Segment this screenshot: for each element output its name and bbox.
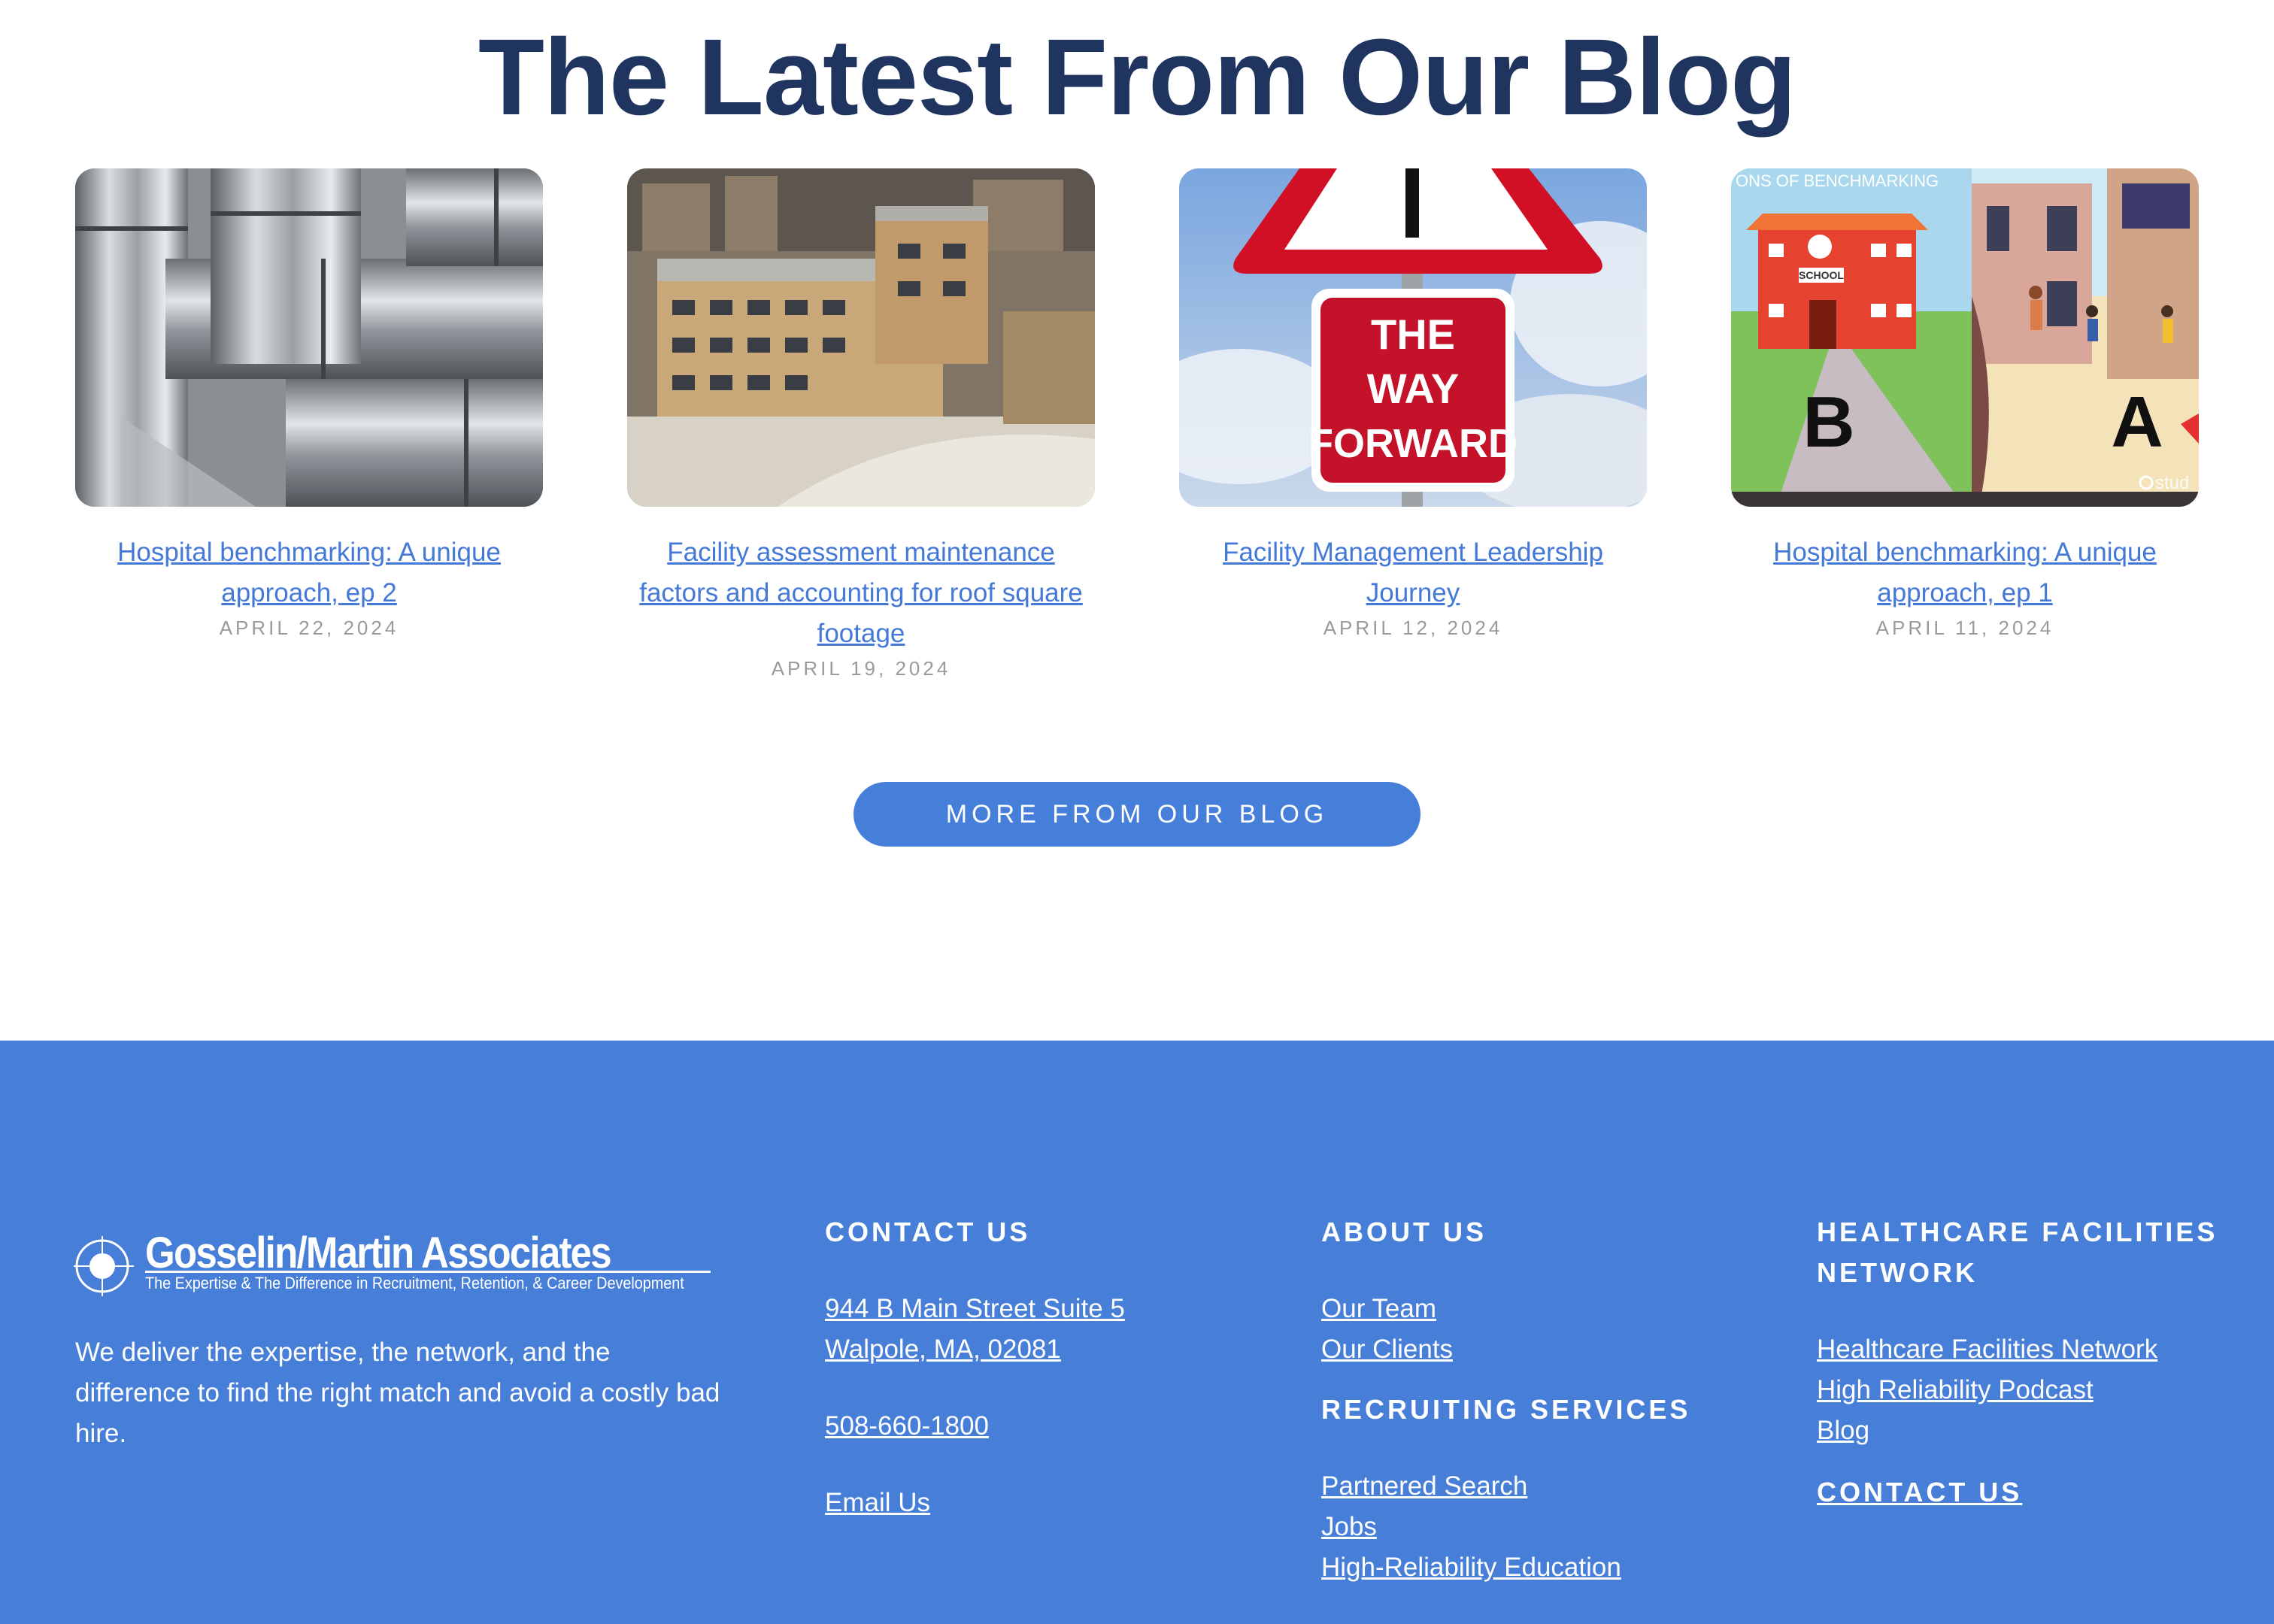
post-title-link[interactable]: Hospital benchmarking: A unique approach…	[75, 532, 543, 614]
post-date: APRIL 12, 2024	[1323, 617, 1503, 639]
post-thumbnail-benchmarking-illustration[interactable]: ONS OF BENCHMARKING SCHOOL B A stud	[1731, 168, 2199, 507]
network-heading: HEALTHCARE FACILITIES NETWORK	[1817, 1216, 2218, 1288]
more-from-blog-button[interactable]: MORE FROM OUR BLOG	[854, 782, 1420, 847]
address-link[interactable]: 944 B Main Street Suite 5	[825, 1289, 1125, 1329]
label-a-text: A	[2111, 382, 2163, 462]
blog-link[interactable]: Blog	[1817, 1410, 2238, 1451]
sign-text: FORWARD	[1308, 421, 1518, 466]
post-date: APRIL 19, 2024	[771, 657, 951, 680]
company-logo[interactable]: Gosselin/Martin Associates The Expertise…	[74, 1229, 713, 1296]
logo-tagline: The Expertise & The Difference in Recrui…	[145, 1274, 684, 1292]
blog-card: Hospital benchmarking: A unique approach…	[75, 168, 543, 640]
label-b-text: B	[1803, 382, 1854, 462]
post-thumbnail-hospital-building[interactable]	[627, 168, 1095, 507]
watermark-text: stud	[2155, 473, 2189, 493]
mission-statement: We deliver the expertise, the network, a…	[75, 1338, 720, 1448]
post-title-link[interactable]: Hospital benchmarking: A unique approach…	[1731, 532, 2199, 614]
blog-card: ONS OF BENCHMARKING SCHOOL B A stud Hosp	[1731, 168, 2199, 640]
about-column: ABOUT US Our Team Our Clients RECRUITING…	[1321, 1212, 1690, 1588]
our-clients-link[interactable]: Our Clients	[1321, 1329, 1690, 1370]
sign-text: THE	[1371, 311, 1455, 358]
crosshair-logo-icon	[74, 1236, 134, 1296]
podcast-link[interactable]: High Reliability Podcast	[1817, 1370, 2238, 1410]
education-link[interactable]: High-Reliability Education	[1321, 1547, 1690, 1588]
contact-us-link[interactable]: CONTACT US	[1817, 1472, 2238, 1513]
phone-link[interactable]: 508-660-1800	[825, 1406, 1125, 1447]
contact-heading: CONTACT US	[825, 1216, 1031, 1247]
site-footer: Gosselin/Martin Associates The Expertise…	[0, 1041, 2274, 1624]
about-heading: ABOUT US	[1321, 1216, 1487, 1247]
school-sign-text: SCHOOL	[1799, 269, 1844, 281]
partnered-search-link[interactable]: Partnered Search	[1321, 1466, 1690, 1507]
post-date: APRIL 22, 2024	[219, 617, 399, 639]
network-link[interactable]: Healthcare Facilities Network	[1817, 1329, 2238, 1370]
post-thumbnail-way-forward-sign[interactable]: THE WAY FORWARD	[1179, 168, 1647, 507]
address-link[interactable]: Walpole, MA, 02081	[825, 1329, 1125, 1370]
blog-card: THE WAY FORWARD Facility Management Lead…	[1179, 168, 1647, 640]
blog-card: Facility assessment maintenance factors …	[627, 168, 1095, 680]
post-thumbnail-ductwork[interactable]	[75, 168, 543, 507]
jobs-link[interactable]: Jobs	[1321, 1507, 1690, 1547]
section-title: The Latest From Our Blog	[478, 17, 1796, 138]
recruiting-heading: RECRUITING SERVICES	[1321, 1394, 1691, 1425]
post-title-link[interactable]: Facility assessment maintenance factors …	[627, 532, 1095, 654]
post-title-link[interactable]: Facility Management Leadership Journey	[1179, 532, 1647, 614]
our-team-link[interactable]: Our Team	[1321, 1289, 1690, 1329]
email-link[interactable]: Email Us	[825, 1483, 1125, 1523]
contact-column: CONTACT US 944 B Main Street Suite 5 Wal…	[825, 1212, 1125, 1523]
post-date: APRIL 11, 2024	[1875, 617, 2054, 639]
sign-text: WAY	[1367, 365, 1459, 412]
illustration-banner-text: ONS OF BENCHMARKING	[1736, 171, 1939, 190]
network-column: HEALTHCARE FACILITIES NETWORK Healthcare…	[1817, 1212, 2238, 1513]
